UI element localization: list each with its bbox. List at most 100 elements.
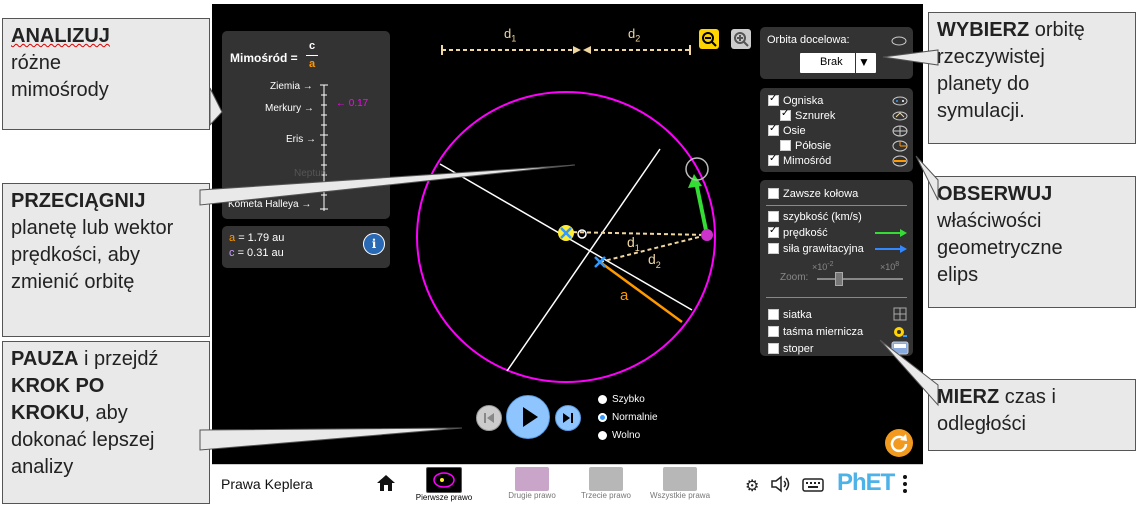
checkbox-stopwatch[interactable]: stoper [768, 341, 814, 357]
callout-analyze: ANALIZUJ różne mimośrody [2, 18, 210, 130]
step-back-icon [484, 413, 494, 423]
zoom-slider[interactable] [817, 272, 903, 286]
focus-marker-2[interactable] [577, 229, 587, 239]
play-pause-button[interactable] [506, 395, 550, 439]
string-icon [892, 111, 908, 121]
tools-panel: Zawsze kołowa szybkość (km/s) prędkość s… [760, 180, 913, 356]
values-panel: a = 1.79 au c = 0.31 au i [222, 226, 390, 268]
phet-logo: PhET [837, 469, 895, 496]
checkbox-always-circular[interactable]: Zawsze kołowa [768, 186, 858, 202]
semi-axes-icon [892, 140, 908, 152]
checkbox-string[interactable]: Sznurek [780, 108, 835, 124]
home-icon [377, 475, 395, 491]
simulation-screen: d1 d2 d1 d2 a Mimośród = c a Ziemia → Me… [212, 4, 923, 464]
step-forward-button[interactable] [555, 405, 581, 431]
divider [766, 205, 907, 206]
scale-label-eris: Eris → [286, 134, 317, 145]
checkbox-measuring-tape[interactable]: taśma miernicza [768, 324, 863, 340]
fraction-denominator: a [309, 58, 316, 70]
tab-third-law[interactable]: Trzecie prawo [576, 467, 636, 500]
eccentricity-title: Mimośród = [230, 51, 298, 65]
more-vertical-icon [903, 475, 907, 493]
phet-menu-button[interactable] [902, 473, 908, 500]
info-button[interactable]: i [363, 233, 385, 255]
play-icon [523, 407, 538, 427]
callout-drag: PRZECIĄGNIJ planetę lub wektor prędkości… [2, 183, 210, 337]
magnifier-minus-icon [702, 32, 717, 47]
callout-measure: MIERZ czas i odległości [928, 379, 1136, 451]
home-button[interactable] [375, 473, 397, 498]
tab-second-law[interactable]: Drugie prawo [502, 467, 562, 500]
step-back-button[interactable] [476, 405, 502, 431]
checkbox-eccentricity[interactable]: Mimośród [768, 153, 831, 169]
checkbox-speed[interactable]: szybkość (km/s) [768, 209, 862, 225]
zoom-in-button[interactable] [731, 29, 751, 49]
target-orbit-panel: Orbita docelowa: Brak ▼ [760, 27, 913, 79]
settings-button[interactable]: ⚙ [745, 476, 759, 496]
scale-label-halley: Kometa Halleya → [228, 199, 312, 210]
foci-icon [892, 96, 908, 106]
divider [766, 297, 907, 298]
zoom-out-button[interactable] [699, 29, 719, 49]
navigation-bar: Prawa Keplera Pierwsze prawo Drugie praw… [212, 464, 923, 505]
scale-label-earth: Ziemia → [270, 81, 313, 92]
orbit-ellipse-icon [891, 36, 907, 46]
eccentricity-panel: Mimośród = c a Ziemia → Merkury → Eris →… [222, 31, 390, 219]
velocity-vector[interactable] [694, 181, 709, 236]
eccentricity-icon [892, 155, 908, 167]
callout-choose: WYBIERZ orbitę rzeczywistej planety do s… [928, 12, 1136, 144]
checkbox-axes[interactable]: Osie [768, 123, 806, 139]
c-value: c = 0.31 au [229, 247, 284, 259]
first-law-thumbnail [433, 472, 455, 488]
magnifier-plus-icon [734, 32, 749, 47]
callout-observe: OBSERWUJ właściwości geometryczne elips [928, 176, 1136, 308]
top-d1-label: d1 [504, 26, 517, 44]
step-forward-icon [563, 413, 573, 423]
sun [558, 225, 574, 241]
sim-title: Prawa Keplera [221, 476, 313, 492]
target-orbit-select[interactable]: Brak ▼ [799, 52, 877, 74]
speaker-icon [771, 475, 790, 493]
grid-icon [893, 307, 907, 321]
zoom-slider-thumb[interactable] [835, 272, 843, 286]
speed-radio-slow[interactable]: Wolno [598, 430, 640, 441]
top-distance-indicator [441, 45, 691, 55]
measuring-tape-icon [894, 327, 907, 337]
planet[interactable] [701, 229, 713, 241]
keyboard-icon [802, 478, 824, 492]
gear-icon: ⚙ [745, 478, 760, 495]
fraction-bar [306, 55, 318, 56]
orbit-a-label: a [620, 287, 629, 304]
gravity-arrow-icon [875, 245, 907, 253]
callout-pause: PAUZA i przejdź KROK PO KROKU, aby dokon… [2, 341, 210, 504]
reset-icon [890, 434, 908, 453]
tab-first-law[interactable]: Pierwsze prawo [414, 467, 474, 502]
orbit-d2-label: d2 [648, 251, 661, 270]
zoom-max-label: ×108 [880, 261, 900, 272]
checkbox-gravity[interactable]: siła grawitacyjna [768, 241, 864, 257]
zoom-label: Zoom: [780, 272, 809, 283]
tab-all-laws[interactable]: Wszystkie prawa [650, 467, 710, 500]
stopwatch-icon [891, 341, 909, 355]
axes-icon [892, 125, 908, 137]
geometry-panel: Ogniska Sznurek Osie Półosie Mimośród [760, 88, 913, 172]
checkbox-velocity[interactable]: prędkość [768, 225, 828, 241]
keyboard-help-button[interactable] [802, 476, 824, 497]
eccentricity-marker: ← 0.17 [336, 98, 369, 109]
checkbox-semi-axes[interactable]: Półosie [780, 138, 831, 154]
sound-button[interactable] [770, 475, 792, 498]
velocity-arrow-icon [875, 229, 907, 237]
checkbox-grid[interactable]: siatka [768, 307, 812, 323]
reset-button[interactable] [885, 429, 913, 457]
speed-radio-fast[interactable]: Szybko [598, 394, 645, 405]
major-axis [506, 148, 661, 372]
dropdown-arrow-icon: ▼ [858, 55, 870, 69]
callout-analyze-bold: ANALIZUJ [11, 25, 110, 47]
semi-major-line [599, 260, 683, 324]
speed-radio-normal[interactable]: Normalnie [598, 412, 658, 423]
orbit-d1-label: d1 [627, 234, 640, 253]
top-d2-label: d2 [628, 26, 641, 44]
checkbox-foci[interactable]: Ogniska [768, 93, 823, 109]
scale-label-neptune: Neptun [294, 168, 327, 179]
zoom-min-label: ×10-2 [812, 261, 834, 272]
